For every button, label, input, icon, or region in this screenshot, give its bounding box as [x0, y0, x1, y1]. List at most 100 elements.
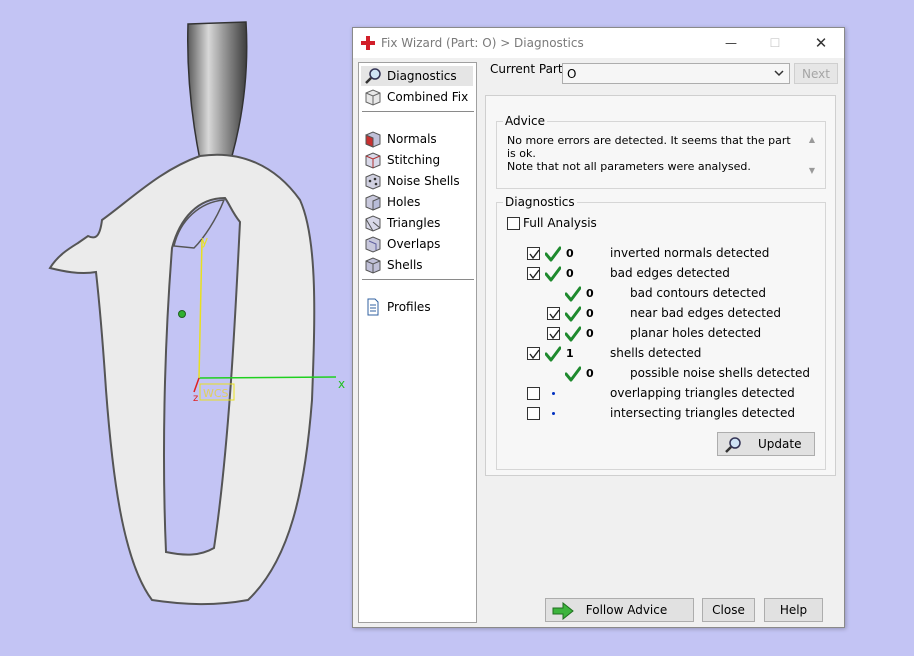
- minimize-icon: —: [725, 36, 737, 50]
- sidebar-item-stitching[interactable]: Stitching: [361, 150, 473, 170]
- row-description: overlapping triangles detected: [610, 386, 795, 400]
- row-count: 0: [586, 307, 594, 320]
- sidebar-item-profiles[interactable]: Profiles: [361, 297, 473, 317]
- current-part-select[interactable]: O: [562, 63, 790, 84]
- window-title: Fix Wizard (Part: O) > Diagnostics: [381, 36, 584, 50]
- full-analysis-label: Full Analysis: [523, 216, 597, 230]
- sidebar-item-label: Combined Fix: [387, 90, 469, 104]
- document-icon: [367, 298, 379, 316]
- scroll-down-icon[interactable]: ▼: [805, 166, 819, 175]
- diagnostics-title: Diagnostics: [503, 195, 577, 209]
- magnifier-icon: [365, 68, 381, 84]
- row-checkbox[interactable]: [527, 267, 540, 280]
- not-analysed-dot-icon: [552, 392, 555, 395]
- wizard-sidebar: Diagnostics Combined Fix Normals Stitchi…: [358, 62, 477, 623]
- sidebar-item-normals[interactable]: Normals: [361, 129, 473, 149]
- title-bar[interactable]: Fix Wizard (Part: O) > Diagnostics — ☐ ✕: [353, 28, 844, 58]
- advice-text-line: Note that not all parameters were analys…: [507, 160, 751, 173]
- not-analysed-dot-icon: [552, 412, 555, 415]
- overlaps-cube-icon: [365, 236, 381, 253]
- sidebar-item-triangles[interactable]: Triangles: [361, 213, 473, 233]
- advice-title: Advice: [503, 114, 548, 128]
- sidebar-item-label: Holes: [387, 195, 421, 209]
- row-checkbox[interactable]: [527, 407, 540, 420]
- diagnostics-group: Diagnostics Full Analysis 0 inverted norm…: [496, 195, 826, 470]
- green-check-icon: [544, 246, 562, 262]
- row-description: intersecting triangles detected: [610, 406, 795, 420]
- minimize-button[interactable]: —: [709, 28, 753, 58]
- advice-text-line: No more errors are detected. It seems th…: [507, 134, 791, 160]
- pivot-point: [178, 310, 186, 318]
- noise-shells-icon: [365, 173, 381, 190]
- row-description: possible noise shells detected: [630, 366, 811, 380]
- row-description: shells detected: [610, 346, 702, 360]
- sidebar-divider: [362, 111, 474, 112]
- close-window-button[interactable]: ✕: [799, 28, 843, 58]
- sidebar-item-diagnostics[interactable]: Diagnostics: [361, 66, 473, 86]
- sidebar-item-label: Shells: [387, 258, 423, 272]
- current-part-label: Current Part:: [490, 62, 567, 76]
- red-cross-icon: [361, 36, 375, 50]
- sidebar-item-label: Noise Shells: [387, 174, 460, 188]
- stitching-cube-icon: [365, 152, 381, 169]
- row-count: 0: [586, 287, 594, 300]
- row-count: 0: [566, 247, 574, 260]
- advice-scrollbar[interactable]: ▲ ▼: [805, 132, 819, 182]
- row-description: planar holes detected: [630, 326, 762, 340]
- sidebar-item-label: Stitching: [387, 153, 441, 167]
- row-checkbox[interactable]: [547, 327, 560, 340]
- green-check-icon: [564, 326, 582, 342]
- maximize-button[interactable]: ☐: [753, 28, 797, 58]
- axis-z-label: z: [193, 393, 198, 404]
- sidebar-divider: [362, 279, 474, 280]
- sidebar-item-label: Normals: [387, 132, 437, 146]
- fix-wizard-dialog: Fix Wizard (Part: O) > Diagnostics — ☐ ✕…: [352, 27, 845, 628]
- holes-cube-icon: [365, 194, 381, 211]
- next-button[interactable]: Next: [794, 63, 838, 84]
- help-button[interactable]: Help: [764, 598, 823, 622]
- row-checkbox[interactable]: [527, 347, 540, 360]
- green-check-icon: [564, 366, 582, 382]
- chevron-down-icon: [774, 70, 784, 77]
- sidebar-item-holes[interactable]: Holes: [361, 192, 473, 212]
- axis-x-label: x: [338, 377, 345, 391]
- green-check-icon: [544, 266, 562, 282]
- diagnostics-panel: Advice No more errors are detected. It s…: [485, 95, 836, 476]
- sidebar-item-overlaps[interactable]: Overlaps: [361, 234, 473, 254]
- green-check-icon: [544, 346, 562, 362]
- row-description: near bad edges detected: [630, 306, 781, 320]
- advice-group: Advice No more errors are detected. It s…: [496, 114, 826, 189]
- close-icon: ✕: [814, 34, 828, 52]
- scroll-up-icon[interactable]: ▲: [805, 135, 819, 144]
- update-button[interactable]: Update: [717, 432, 815, 456]
- maximize-icon: ☐: [769, 36, 781, 50]
- close-button[interactable]: Close: [702, 598, 755, 622]
- full-analysis-checkbox[interactable]: [507, 217, 520, 230]
- current-part-value: O: [567, 67, 577, 81]
- update-label: Update: [758, 437, 802, 451]
- row-description: bad edges detected: [610, 266, 730, 280]
- shells-cube-icon: [365, 257, 381, 274]
- row-checkbox[interactable]: [527, 247, 540, 260]
- green-check-icon: [564, 286, 582, 302]
- sidebar-item-label: Triangles: [387, 216, 441, 230]
- sidebar-item-combined-fix[interactable]: Combined Fix: [361, 87, 473, 107]
- sidebar-item-label: Diagnostics: [387, 69, 457, 83]
- sidebar-item-noise-shells[interactable]: Noise Shells: [361, 171, 473, 191]
- row-description: bad contours detected: [630, 286, 766, 300]
- sidebar-item-shells[interactable]: Shells: [361, 255, 473, 275]
- sidebar-item-label: Profiles: [387, 300, 431, 314]
- row-description: inverted normals detected: [610, 246, 770, 260]
- triangles-cube-icon: [365, 215, 381, 232]
- row-count: 1: [566, 347, 574, 360]
- follow-advice-button[interactable]: Follow Advice: [545, 598, 694, 622]
- green-arrow-icon: [552, 602, 574, 620]
- row-checkbox[interactable]: [547, 307, 560, 320]
- wcs-label: WCS: [203, 387, 229, 400]
- advice-textbox[interactable]: No more errors are detected. It seems th…: [503, 132, 819, 182]
- row-checkbox[interactable]: [527, 387, 540, 400]
- follow-advice-label: Follow Advice: [585, 603, 668, 617]
- axis-y-label: y: [201, 234, 208, 248]
- magnifier-icon: [725, 437, 741, 453]
- normals-cube-icon: [365, 131, 381, 148]
